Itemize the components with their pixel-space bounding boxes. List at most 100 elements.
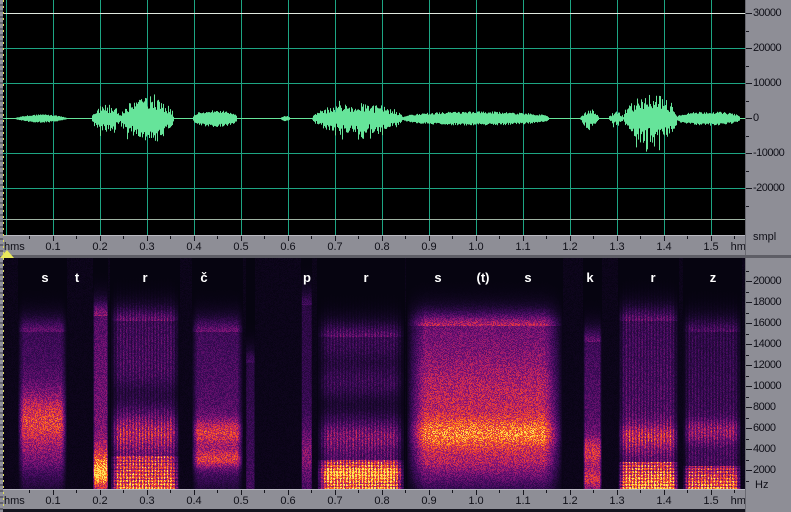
ruler-tick	[593, 490, 594, 493]
amplitude-tick-label: 10000	[753, 77, 781, 89]
amplitude-tick-label: 30000	[753, 7, 781, 19]
time-tick-label: 0.3	[139, 495, 154, 507]
ruler-tick	[311, 490, 312, 493]
ruler-tick	[405, 236, 406, 239]
spectrogram-display[interactable]: strčprs(t)skrz	[0, 258, 745, 489]
axis-tick	[746, 365, 752, 366]
time-tick-label: 1.2	[562, 495, 577, 507]
time-tick-label: 1.3	[609, 241, 624, 253]
axis-minor-tick	[746, 460, 749, 461]
time-tick-label: 0.5	[233, 495, 248, 507]
frequency-tick-label: 2000	[753, 464, 775, 476]
axis-minor-tick	[746, 376, 749, 377]
ruler-tick	[29, 236, 30, 239]
playback-cursor-marker[interactable]	[0, 250, 14, 258]
axis-tick	[746, 83, 752, 84]
pane-splitter[interactable]	[0, 255, 791, 258]
phoneme-label: č	[200, 270, 207, 285]
axis-minor-tick	[746, 481, 749, 482]
frequency-tick-label: 6000	[753, 422, 775, 434]
time-tick-label: 0.5	[233, 241, 248, 253]
frequency-unit-label: Hz	[755, 479, 768, 491]
time-tick-label: 0.1	[45, 495, 60, 507]
phoneme-label: z	[710, 270, 717, 285]
ruler-tick	[734, 236, 735, 239]
ruler-tick	[123, 236, 124, 239]
axis-minor-tick	[746, 31, 749, 32]
ruler-tick	[546, 490, 547, 493]
ruler-tick	[405, 490, 406, 493]
axis-tick	[746, 407, 752, 408]
waveform-display[interactable]	[0, 0, 745, 235]
axis-tick	[746, 323, 752, 324]
axis-tick	[746, 428, 752, 429]
time-tick-label: 0.2	[92, 495, 107, 507]
axis-minor-tick	[746, 355, 749, 356]
frequency-axis[interactable]: Hz 2000018000160001400012000100008000600…	[745, 258, 791, 512]
time-tick-label: 1.4	[656, 241, 671, 253]
ruler-tick	[170, 236, 171, 239]
ruler-tick	[264, 490, 265, 493]
axis-minor-tick	[746, 136, 749, 137]
phoneme-label: p	[303, 270, 311, 285]
waveform-time-ruler[interactable]: hms hms 0.10.20.30.40.50.60.70.80.91.01.…	[0, 235, 745, 255]
ruler-tick	[499, 490, 500, 493]
axis-tick	[746, 188, 752, 189]
ruler-tick	[640, 490, 641, 493]
time-tick-label: 0.4	[186, 241, 201, 253]
time-tick-label: 0.6	[280, 495, 295, 507]
amplitude-tick-label: 20000	[753, 42, 781, 54]
time-tick-label: 0.6	[280, 241, 295, 253]
ruler-tick	[123, 490, 124, 493]
ruler-tick	[217, 490, 218, 493]
ruler-tick	[29, 490, 30, 493]
phoneme-label: (t)	[477, 270, 490, 285]
ruler-tick	[499, 236, 500, 239]
axis-minor-tick	[746, 313, 749, 314]
axis-minor-tick	[746, 292, 749, 293]
time-tick-label: 0.1	[45, 241, 60, 253]
frequency-tick-label: 4000	[753, 443, 775, 455]
time-tick-label: 1.2	[562, 241, 577, 253]
phoneme-label: r	[363, 270, 368, 285]
time-tick-label: 0.8	[374, 495, 389, 507]
time-tick-label: 0.2	[92, 241, 107, 253]
time-tick-label: 0.8	[374, 241, 389, 253]
spectrogram-time-ruler[interactable]: hms hms 0.10.20.30.40.50.60.70.80.91.01.…	[0, 489, 745, 509]
phoneme-label: t	[75, 270, 79, 285]
amplitude-axis[interactable]: smpl 3000020000100000-10000-20000	[745, 0, 791, 255]
phoneme-label: r	[650, 270, 655, 285]
amplitude-tick-label: -10000	[753, 147, 784, 159]
axis-tick	[746, 470, 752, 471]
axis-tick	[746, 344, 752, 345]
ruler-tick	[264, 236, 265, 239]
time-tick-label: 0.7	[327, 241, 342, 253]
ruler-tick	[546, 236, 547, 239]
time-tick-label: 1.0	[468, 495, 483, 507]
frequency-tick-label: 20000	[753, 275, 781, 287]
amplitude-tick-label: -20000	[753, 182, 784, 194]
ruler-tick	[452, 490, 453, 493]
axis-tick	[746, 13, 752, 14]
ruler-tick	[358, 236, 359, 239]
ruler-tick	[76, 490, 77, 493]
frequency-tick-label: 16000	[753, 317, 781, 329]
ruler-tick	[593, 236, 594, 239]
axis-minor-tick	[746, 206, 749, 207]
time-tick-label: 1.3	[609, 495, 624, 507]
spectrogram-canvas[interactable]	[0, 258, 745, 489]
axis-minor-tick	[746, 418, 749, 419]
ruler-tick	[170, 490, 171, 493]
frequency-tick-label: 18000	[753, 296, 781, 308]
axis-tick	[746, 153, 752, 154]
axis-minor-tick	[746, 397, 749, 398]
phoneme-label: s	[41, 270, 48, 285]
frequency-tick-label: 10000	[753, 380, 781, 392]
axis-tick	[746, 118, 752, 119]
phoneme-label: s	[524, 270, 531, 285]
ruler-tick	[358, 490, 359, 493]
time-tick-label: 1.4	[656, 495, 671, 507]
frequency-tick-label: 14000	[753, 338, 781, 350]
axis-minor-tick	[746, 334, 749, 335]
frequency-tick-label: 8000	[753, 401, 775, 413]
